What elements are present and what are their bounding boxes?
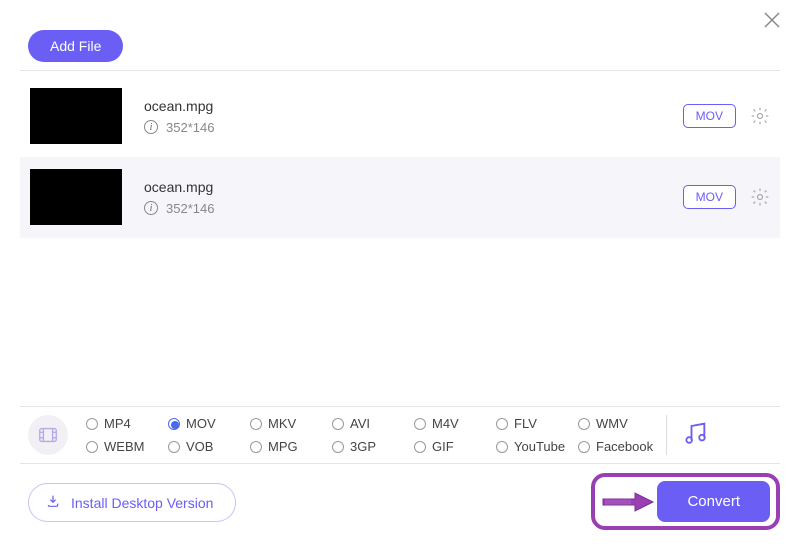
music-icon[interactable]: [681, 419, 709, 452]
radio-icon: [332, 441, 344, 453]
file-name: ocean.mpg: [144, 98, 364, 114]
divider: [20, 70, 780, 71]
file-dimensions: 352*146: [166, 120, 214, 135]
format-option-3gp[interactable]: 3GP: [332, 439, 414, 454]
install-label: Install Desktop Version: [71, 495, 213, 511]
file-info: ocean.mpg i 352*146: [144, 98, 364, 135]
install-desktop-button[interactable]: Install Desktop Version: [28, 483, 236, 522]
radio-icon: [414, 441, 426, 453]
format-label: Facebook: [596, 439, 653, 454]
format-label: YouTube: [514, 439, 565, 454]
format-option-vob[interactable]: VOB: [168, 439, 250, 454]
format-label: 3GP: [350, 439, 376, 454]
format-label: VOB: [186, 439, 213, 454]
format-label: GIF: [432, 439, 454, 454]
radio-icon: [168, 441, 180, 453]
file-thumbnail: [30, 88, 122, 144]
radio-icon: [250, 418, 262, 430]
download-icon: [45, 493, 61, 512]
format-option-webm[interactable]: WEBM: [86, 439, 168, 454]
add-file-button[interactable]: Add File: [28, 30, 123, 62]
gear-icon[interactable]: [750, 187, 770, 207]
format-label: M4V: [432, 416, 459, 431]
format-option-mp4[interactable]: MP4: [86, 416, 168, 431]
file-name: ocean.mpg: [144, 179, 364, 195]
convert-highlight: Convert: [591, 473, 780, 530]
format-label: MOV: [186, 416, 216, 431]
format-option-avi[interactable]: AVI: [332, 416, 414, 431]
file-meta: i 352*146: [144, 120, 364, 135]
format-label: WEBM: [104, 439, 144, 454]
format-option-mpg[interactable]: MPG: [250, 439, 332, 454]
file-info: ocean.mpg i 352*146: [144, 179, 364, 216]
format-label: MKV: [268, 416, 296, 431]
format-option-m4v[interactable]: M4V: [414, 416, 496, 431]
file-actions: MOV: [683, 104, 770, 128]
format-label: MP4: [104, 416, 131, 431]
radio-icon: [578, 418, 590, 430]
video-icon[interactable]: [28, 415, 68, 455]
radio-icon: [250, 441, 262, 453]
format-option-youtube[interactable]: YouTube: [496, 439, 578, 454]
format-label: WMV: [596, 416, 628, 431]
format-option-wmv[interactable]: WMV: [578, 416, 660, 431]
format-label: MPG: [268, 439, 298, 454]
format-option-mkv[interactable]: MKV: [250, 416, 332, 431]
format-option-gif[interactable]: GIF: [414, 439, 496, 454]
radio-icon: [86, 441, 98, 453]
format-bar: MP4 MOV MKV AVI M4V FLV WMV WEBM VOB MPG 3GP GIF You…: [20, 406, 780, 464]
format-label: FLV: [514, 416, 537, 431]
file-dimensions: 352*146: [166, 201, 214, 216]
format-grid: MP4 MOV MKV AVI M4V FLV WMV WEBM VOB MPG 3GP GIF You…: [86, 416, 660, 454]
convert-button[interactable]: Convert: [657, 481, 770, 522]
radio-icon: [496, 441, 508, 453]
format-option-flv[interactable]: FLV: [496, 416, 578, 431]
file-list: ocean.mpg i 352*146 MOV ocean.mpg i 352*…: [20, 76, 780, 238]
close-icon[interactable]: [762, 10, 782, 35]
gear-icon[interactable]: [750, 106, 770, 126]
output-format-button[interactable]: MOV: [683, 185, 736, 209]
file-thumbnail: [30, 169, 122, 225]
radio-icon: [86, 418, 98, 430]
radio-icon: [414, 418, 426, 430]
file-actions: MOV: [683, 185, 770, 209]
format-option-mov[interactable]: MOV: [168, 416, 250, 431]
separator: [666, 415, 667, 455]
radio-icon: [578, 441, 590, 453]
format-option-facebook[interactable]: Facebook: [578, 439, 660, 454]
file-meta: i 352*146: [144, 201, 364, 216]
arrow-annotation-icon: [601, 488, 655, 516]
file-row: ocean.mpg i 352*146 MOV: [20, 157, 780, 238]
radio-icon: [332, 418, 344, 430]
format-label: AVI: [350, 416, 370, 431]
info-icon[interactable]: i: [144, 120, 158, 134]
file-row: ocean.mpg i 352*146 MOV: [20, 76, 780, 157]
output-format-button[interactable]: MOV: [683, 104, 736, 128]
radio-icon: [168, 418, 180, 430]
radio-icon: [496, 418, 508, 430]
info-icon[interactable]: i: [144, 201, 158, 215]
